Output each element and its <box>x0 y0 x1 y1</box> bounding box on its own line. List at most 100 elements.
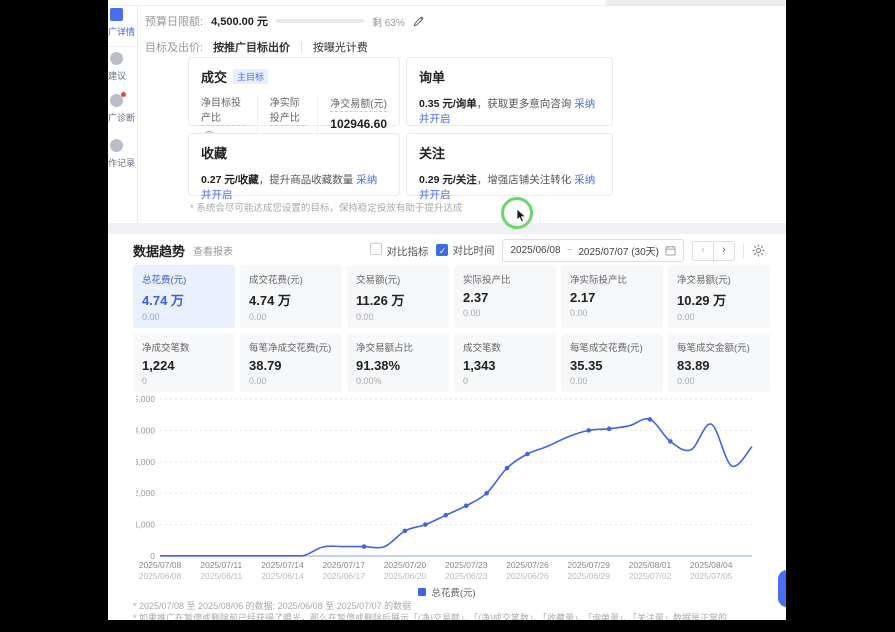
budget-progress <box>276 19 364 23</box>
budget-value: 4,500.00 元 <box>211 13 268 29</box>
sidebar-item-label: 作记录 <box>108 156 137 169</box>
svg-text:2025/06/26: 2025/06/26 <box>506 571 549 581</box>
sidebar: 广详情建议广诊断作记录 <box>108 6 138 232</box>
svg-text:2025/07/05: 2025/07/05 <box>690 571 733 581</box>
svg-text:2025/07/20: 2025/07/20 <box>384 560 427 570</box>
svg-text:2025/06/23: 2025/06/23 <box>445 571 488 581</box>
prev-period-button[interactable]: ‹ <box>693 242 713 260</box>
legend-swatch <box>418 588 426 596</box>
chart-legend[interactable]: 总花费(元) <box>108 585 786 599</box>
svg-text:2025/06/17: 2025/06/17 <box>322 571 365 581</box>
metric-card-4[interactable]: 净实际投产比2.170.00 <box>561 265 663 328</box>
sidebar-item-2[interactable]: 广诊断 <box>108 94 137 124</box>
date-range-input[interactable]: 2025/06/08 ~ 2025/07/07 (30天) <box>502 239 684 262</box>
compare-time-checkbox[interactable]: ✓对比时间 <box>436 243 494 258</box>
metric-card-0[interactable]: 总花费(元) 4.74 万 0.00 <box>133 265 235 328</box>
metric-card-1[interactable]: 成交花费(元)4.74 万0.00 <box>240 265 342 328</box>
metric-card-6[interactable]: 净成交笔数 1,224 0 <box>133 333 235 392</box>
goal-card-follow-title: 关注 <box>419 143 600 162</box>
goal-card-favorite-title: 收藏 <box>201 143 387 162</box>
section-gap <box>108 223 786 234</box>
metric-value: 2.17 <box>570 290 654 305</box>
edit-budget-icon[interactable] <box>413 16 424 27</box>
metric-label: 净交易额占比 <box>356 340 440 354</box>
mouse-cursor-icon <box>516 209 528 223</box>
budget-remaining: 剩 63% <box>372 14 405 29</box>
floating-side-handle[interactable] <box>778 570 786 607</box>
metric-value: 1,224 <box>142 358 226 373</box>
trend-header: 数据趋势 查看报表 对比指标 ✓对比时间 2025/06/08 ~ 2025/0… <box>133 239 765 262</box>
goal-card-inquiry[interactable]: 询单 0.35 元/询单，获取更多意向咨询 采纳并开启 <box>406 57 613 126</box>
metric-card-5[interactable]: 净交易额(元)10.29 万0.00 <box>668 265 770 328</box>
date-end: 2025/07/07 (30天) <box>578 243 659 258</box>
metric-card-3[interactable]: 实际投产比2.370.00 <box>454 265 556 328</box>
goal-bid-label: 目标及出价: <box>145 39 203 55</box>
goal-card-inquiry-desc: 0.35 元/询单，获取更多意向咨询 采纳并开启 <box>419 96 600 126</box>
sidebar-item-label: 建议 <box>108 69 137 82</box>
sidebar-item-0[interactable]: 广详情 <box>108 8 137 38</box>
metric-compare-value: 0 <box>463 376 547 386</box>
bid-option-exposure[interactable]: 按曝光计费 <box>313 39 368 55</box>
goal-card-deal[interactable]: 成交 主目标 净目标投产比? 2.45 净实际投产比 2.17 <box>188 57 400 126</box>
svg-text:2025/07/23: 2025/07/23 <box>445 560 488 570</box>
svg-text:2025/08/01: 2025/08/01 <box>629 560 672 570</box>
svg-text:2025/07/11: 2025/07/11 <box>200 560 242 570</box>
metric-label: 净成交笔数 <box>142 340 226 354</box>
compare-metric-checkbox[interactable]: 对比指标 <box>370 243 428 259</box>
lightbulb-icon <box>110 52 123 65</box>
svg-text:2025/07/29: 2025/07/29 <box>567 560 610 570</box>
svg-text:2025/06/08: 2025/06/08 <box>139 571 182 581</box>
metric-label: 净实际投产比 <box>570 272 654 286</box>
sidebar-divider <box>108 46 137 47</box>
alert-dot <box>121 92 126 97</box>
metric-grid: 总花费(元)4.74 万0.00成交花费(元)4.74 万0.00交易额(元)1… <box>133 265 770 392</box>
metric-compare-value: 0.00% <box>356 376 440 386</box>
svg-text:1,000: 1,000 <box>136 520 155 530</box>
sidebar-item-3[interactable]: 作记录 <box>108 139 137 169</box>
metric-label: 交易额(元) <box>356 272 440 286</box>
metric-label: 总花费(元) <box>142 272 226 286</box>
settings-gear-icon[interactable] <box>752 244 765 257</box>
metric-card-11[interactable]: 每笔成交金额(元)83.890.00 <box>668 333 770 392</box>
metric-value: 91.38% <box>356 358 440 373</box>
metric-card-7[interactable]: 每笔净成交花费(元)38.790.00 <box>240 333 342 392</box>
click-indicator-ring <box>501 197 533 229</box>
view-report-link[interactable]: 查看报表 <box>193 243 233 258</box>
goal-card-favorite[interactable]: 收藏 0.27 元/收藏，提升商品收藏数量 采纳并开启 <box>188 133 400 196</box>
metric-value: 4.74 万 <box>142 290 226 309</box>
svg-text:2025/08/04: 2025/08/04 <box>690 560 733 570</box>
svg-text:5,000: 5,000 <box>136 394 155 404</box>
next-period-button[interactable]: › <box>713 242 734 260</box>
metric-compare-value: 0 <box>142 376 226 386</box>
clock-icon <box>110 139 123 152</box>
budget-row: 预算日限额: 4,500.00 元 剩 63% <box>145 13 424 29</box>
goal-card-favorite-desc: 0.27 元/收藏，提升商品收藏数量 采纳并开启 <box>201 172 387 202</box>
bid-option-goal[interactable]: 按推广目标出价 <box>213 39 290 55</box>
metric-card-8[interactable]: 净交易额占比 91.38% 0.00% <box>347 333 449 392</box>
goal-card-follow[interactable]: 关注 0.29 元/关注，增强店铺关注转化 采纳并开启 <box>406 133 613 196</box>
svg-text:2025/06/29: 2025/06/29 <box>567 571 610 581</box>
metric-compare-value: 0.00 <box>142 312 226 322</box>
svg-text:2025/07/26: 2025/07/26 <box>506 560 549 570</box>
goal-card-inquiry-title: 询单 <box>419 67 600 86</box>
bid-option-divider: | <box>300 41 303 53</box>
metric-label: 每笔成交花费(元) <box>570 340 654 354</box>
sidebar-item-1[interactable]: 建议 <box>108 52 137 82</box>
goal-bid-row: 目标及出价: 按推广目标出价 | 按曝光计费 <box>145 39 368 55</box>
metric-value: 2.37 <box>463 290 547 305</box>
budget-label: 预算日限额: <box>145 13 203 29</box>
metric-card-2[interactable]: 交易额(元)11.26 万0.00 <box>347 265 449 328</box>
legend-label: 总花费(元) <box>431 585 475 599</box>
goal-footnote: * 系统会尽可能达成您设置的目标，保持稳定投放有助于提升达成 <box>190 200 462 214</box>
svg-text:2025/06/20: 2025/06/20 <box>384 571 427 581</box>
metric-label: 成交花费(元) <box>249 272 333 286</box>
calendar-icon <box>665 245 676 256</box>
sidebar-item-label: 广诊断 <box>108 111 137 124</box>
metric-label: 每笔净成交花费(元) <box>249 340 333 354</box>
svg-text:4,000: 4,000 <box>136 425 155 435</box>
metric-compare-value: 0.00 <box>677 312 761 322</box>
metric-card-10[interactable]: 每笔成交花费(元)35.350.00 <box>561 333 663 392</box>
svg-text:2,000: 2,000 <box>136 488 155 498</box>
metric-compare-value: 0.00 <box>249 312 333 322</box>
metric-card-9[interactable]: 成交笔数1,3430 <box>454 333 556 392</box>
